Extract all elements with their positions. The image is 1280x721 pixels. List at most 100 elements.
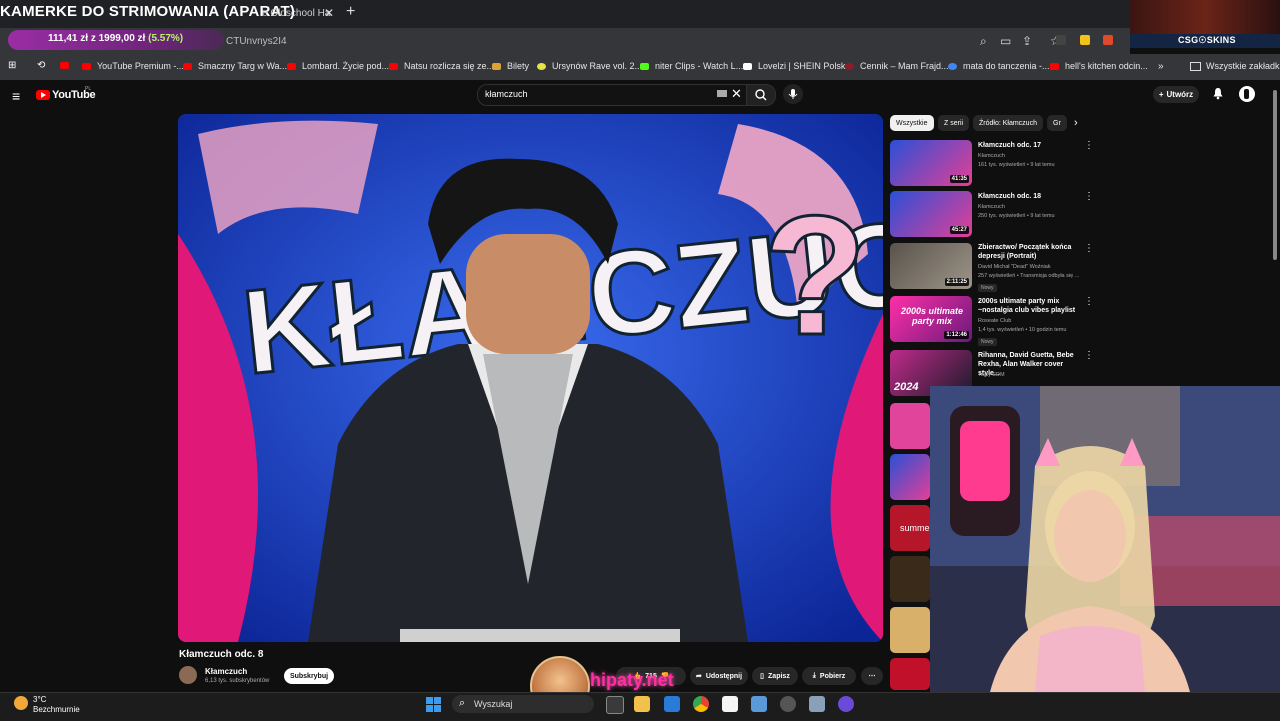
bookmark-save-icon: ▯ bbox=[760, 673, 765, 680]
rec-thumbnail[interactable] bbox=[890, 403, 930, 449]
bookmark-9[interactable]: mata do tanczenia -... bbox=[948, 61, 1050, 71]
rec-thumbnail[interactable] bbox=[890, 658, 930, 690]
notepad-icon[interactable] bbox=[722, 696, 738, 712]
bookmark-7[interactable]: Lovelzi | SHEIN Polska bbox=[743, 61, 850, 71]
rec-thumbnail[interactable]: 2:11:25 bbox=[890, 243, 972, 289]
channel-name[interactable]: Kłamczuch bbox=[205, 667, 247, 676]
new-tab-icon[interactable]: + bbox=[346, 3, 355, 21]
chrome-icon[interactable] bbox=[693, 696, 709, 712]
plus-icon: + bbox=[1158, 90, 1164, 99]
close-tab-icon[interactable]: ✕ bbox=[324, 6, 334, 20]
rec-menu-icon[interactable]: ⋮ bbox=[1084, 350, 1094, 361]
google-icon bbox=[948, 63, 957, 71]
app-circle-icon[interactable] bbox=[838, 696, 854, 712]
rec-title[interactable]: Zbieractwo/ Początek końca depresji (Por… bbox=[978, 243, 1086, 261]
bookmark-0[interactable]: YouTube Premium -... bbox=[82, 61, 184, 71]
account-avatar[interactable] bbox=[1239, 86, 1255, 102]
rec-title[interactable]: 2000s ultimate party mix ~nostalgia club… bbox=[978, 297, 1086, 315]
frajda-icon bbox=[845, 63, 854, 71]
extension-yellow-icon[interactable] bbox=[1080, 35, 1090, 45]
rec-thumbnail[interactable] bbox=[890, 454, 930, 500]
url-field[interactable]: CTUnvnys2I4 bbox=[226, 36, 287, 47]
weather-temperature[interactable]: 3°C bbox=[33, 695, 46, 704]
more-actions-icon[interactable]: ⋯ bbox=[861, 667, 883, 685]
bookmark-6[interactable]: niter Clips - Watch L... bbox=[640, 61, 743, 71]
rec-thumbnail[interactable]: 45:27 bbox=[890, 191, 972, 237]
browser-tab-title[interactable]: e Oldschool Ha bbox=[262, 8, 330, 19]
bookmark-1[interactable]: Smaczny Targ w Wa... bbox=[183, 61, 287, 71]
voice-search-button[interactable] bbox=[783, 84, 803, 104]
extension-icon[interactable] bbox=[1056, 35, 1066, 45]
youtube-bookmark-icon[interactable] bbox=[60, 62, 69, 69]
video-player[interactable]: KŁAMCZUCH ? bbox=[178, 114, 883, 642]
download-button[interactable]: ⤓ Pobierz bbox=[802, 667, 856, 685]
rave-icon bbox=[537, 63, 546, 71]
rec-channel[interactable]: Tasty EDM bbox=[978, 372, 1005, 378]
bookmark-8[interactable]: Cennik – Mam Frajd... bbox=[845, 61, 949, 71]
cast-icon[interactable]: ▭ bbox=[1000, 34, 1011, 48]
download-icon: ⤓ bbox=[812, 672, 816, 679]
hamburger-menu-icon[interactable]: ≡ bbox=[12, 88, 20, 104]
rec-thumbnail[interactable]: 2000s ultimate party mix 1:12:46 bbox=[890, 296, 972, 342]
chip-source[interactable]: Źródło: Kłamczuch bbox=[973, 115, 1043, 131]
extension-red-icon[interactable] bbox=[1103, 35, 1113, 45]
store-icon[interactable] bbox=[664, 696, 680, 712]
windows-start-icon[interactable] bbox=[426, 697, 441, 712]
rec-title[interactable]: Kłamczuch odc. 18 bbox=[978, 192, 1086, 201]
zoom-icon[interactable]: ⌕ bbox=[980, 34, 987, 49]
save-button[interactable]: ▯ Zapisz bbox=[752, 667, 798, 685]
taskbar-search-placeholder[interactable]: Wyszukaj bbox=[474, 699, 512, 709]
rec-thumbnail[interactable] bbox=[890, 607, 930, 653]
share-button[interactable]: ➦ Udostępnij bbox=[690, 667, 748, 685]
weather-condition[interactable]: Bezchmurnie bbox=[33, 705, 80, 714]
streamer-webcam bbox=[930, 386, 1280, 692]
subscribe-button[interactable]: Subskrybuj bbox=[284, 668, 334, 684]
rec-thumbnail[interactable] bbox=[890, 556, 930, 602]
bookmark-3[interactable]: Natsu rozlicza się ze... bbox=[389, 61, 494, 71]
chip-more[interactable]: Gr bbox=[1047, 115, 1067, 131]
bookmark-5[interactable]: Ursynów Rave vol. 2... bbox=[537, 61, 642, 71]
rec-thumbnail[interactable]: 41:35 bbox=[890, 140, 972, 186]
share-page-icon[interactable]: ⇪ bbox=[1022, 34, 1032, 48]
create-button[interactable]: + Utwórz bbox=[1153, 86, 1199, 103]
task-view-icon[interactable] bbox=[606, 696, 624, 714]
rec-menu-icon[interactable]: ⋮ bbox=[1084, 296, 1094, 307]
settings-gear-icon[interactable] bbox=[809, 696, 825, 712]
weather-moon-icon[interactable] bbox=[14, 696, 28, 710]
chevron-right-icon[interactable]: › bbox=[1074, 117, 1078, 129]
clear-search-icon[interactable]: ✕ bbox=[731, 86, 742, 102]
donation-goal-text: 111,41 zł z 1999,00 zł (5.57%) bbox=[48, 33, 183, 44]
chip-series[interactable]: Z serii bbox=[938, 115, 970, 131]
notifications-bell-icon[interactable] bbox=[1212, 87, 1224, 105]
rec-channel[interactable]: David Michał "Dead" Woźniak bbox=[978, 264, 1051, 270]
bookmark-icon-generic[interactable]: ⟲ bbox=[37, 60, 45, 71]
chip-all[interactable]: Wszystkie bbox=[890, 115, 934, 131]
keyboard-icon[interactable] bbox=[717, 90, 727, 97]
obs-icon[interactable] bbox=[780, 696, 796, 712]
youtube-icon bbox=[389, 63, 398, 71]
rec-channel[interactable]: Kłamczuch bbox=[978, 153, 1005, 159]
youtube-logo-icon[interactable] bbox=[36, 90, 50, 100]
rec-thumbnail[interactable]: summe bbox=[890, 505, 930, 551]
bookmark-4[interactable]: Bilety bbox=[492, 61, 529, 71]
rec-meta: 250 tys. wyświetleń • 9 lat temu bbox=[978, 213, 1055, 219]
rec-menu-icon[interactable]: ⋮ bbox=[1084, 243, 1094, 254]
file-explorer-icon[interactable] bbox=[634, 696, 650, 712]
bookmarks-overflow-icon[interactable]: » bbox=[1158, 61, 1164, 72]
rec-title[interactable]: Kłamczuch odc. 17 bbox=[978, 141, 1086, 150]
all-bookmarks[interactable]: Wszystkie zakładki bbox=[1190, 61, 1280, 72]
rec-channel[interactable]: Kłamczuch bbox=[978, 204, 1005, 210]
rec-menu-icon[interactable]: ⋮ bbox=[1084, 140, 1094, 151]
video-title: Kłamczuch odc. 8 bbox=[179, 649, 264, 660]
search-query[interactable]: kłamczuch bbox=[485, 89, 528, 99]
rec-channel[interactable]: Roseate Club bbox=[978, 318, 1011, 324]
channel-avatar[interactable] bbox=[179, 666, 197, 684]
apps-grid-icon[interactable]: ⊞ bbox=[8, 60, 16, 71]
bookmark-10[interactable]: hell's kitchen odcin... bbox=[1050, 61, 1148, 71]
scrollbar-thumb[interactable] bbox=[1273, 90, 1277, 260]
notes-icon[interactable] bbox=[751, 696, 767, 712]
bookmark-2[interactable]: Lombard. Życie pod... bbox=[287, 61, 389, 71]
search-button[interactable] bbox=[746, 84, 776, 106]
rec-menu-icon[interactable]: ⋮ bbox=[1084, 191, 1094, 202]
youtube-icon bbox=[82, 63, 91, 71]
